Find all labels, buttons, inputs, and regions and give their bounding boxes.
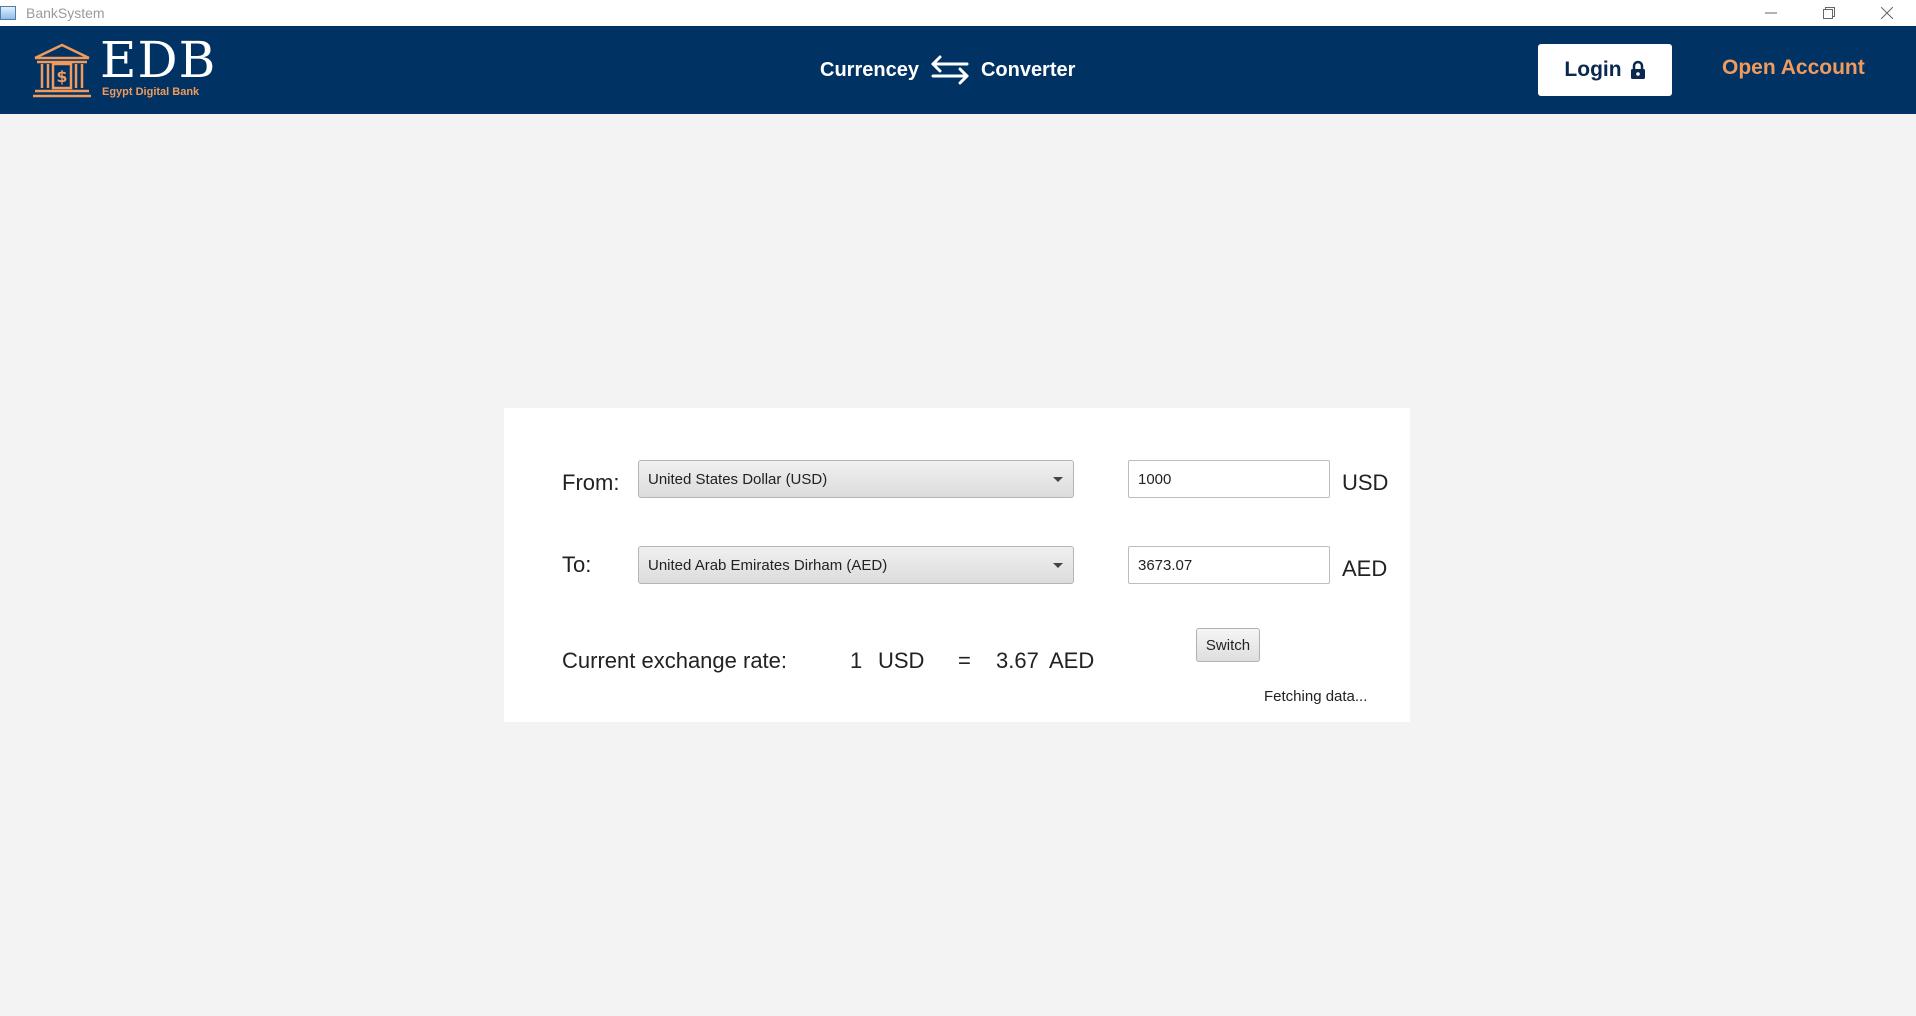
- rate-value: 3.67: [996, 648, 1039, 673]
- from-label: From:: [562, 470, 620, 495]
- rate-equals: =: [958, 648, 971, 673]
- to-amount-input[interactable]: [1128, 546, 1330, 584]
- close-icon: [1881, 7, 1893, 19]
- open-account-link[interactable]: Open Account: [1722, 56, 1865, 80]
- restore-button[interactable]: [1800, 0, 1858, 26]
- from-amount-input[interactable]: [1128, 460, 1330, 498]
- to-unit: AED: [1342, 556, 1388, 581]
- app-window-icon: [0, 6, 16, 20]
- from-unit: USD: [1342, 470, 1389, 495]
- logo-subtitle: Egypt Digital Bank: [102, 86, 200, 98]
- title-right: Converter: [980, 58, 1076, 81]
- lock-icon: [1630, 60, 1645, 79]
- status-text: Fetching data...: [1264, 688, 1368, 705]
- app-header: $ EDB Egypt Digital Bank Currencey Conve…: [0, 26, 1916, 114]
- rate-from-unit: USD: [878, 648, 925, 673]
- rate-one: 1: [850, 648, 863, 673]
- window-controls: [1742, 0, 1916, 26]
- bank-building-icon: $: [33, 43, 91, 98]
- rate-to-unit: AED: [1049, 648, 1095, 673]
- from-currency-value: United States Dollar (USD): [648, 470, 828, 488]
- minimize-icon: [1765, 12, 1777, 14]
- from-currency-select[interactable]: United States Dollar (USD): [638, 460, 1074, 498]
- to-currency-select[interactable]: United Arab Emirates Dirham (AED): [638, 546, 1074, 584]
- login-label: Login: [1564, 58, 1622, 81]
- window-titlebar: BankSystem: [0, 0, 1916, 26]
- svg-text:$: $: [56, 67, 67, 86]
- currency-converter-title: Currencey Converter: [820, 52, 1075, 88]
- exchange-rate-label: Current exchange rate:: [562, 648, 788, 673]
- chevron-down-icon: [1053, 563, 1063, 568]
- to-currency-value: United Arab Emirates Dirham (AED): [648, 556, 888, 574]
- swap-arrows-icon: [931, 55, 969, 85]
- chevron-down-icon: [1053, 477, 1063, 482]
- login-button[interactable]: Login: [1538, 44, 1672, 96]
- window-title: BankSystem: [26, 5, 105, 21]
- title-left: Currencey: [820, 58, 919, 81]
- to-label: To:: [562, 552, 592, 577]
- logo-text: EDB: [100, 31, 217, 89]
- minimize-button[interactable]: [1742, 0, 1800, 26]
- bank-logo[interactable]: $ EDB Egypt Digital Bank: [32, 31, 222, 106]
- switch-button[interactable]: Switch: [1196, 628, 1260, 662]
- restore-icon: [1823, 7, 1835, 19]
- converter-card: From: United States Dollar (USD) USD To:…: [504, 408, 1410, 722]
- close-window-button[interactable]: [1858, 0, 1916, 26]
